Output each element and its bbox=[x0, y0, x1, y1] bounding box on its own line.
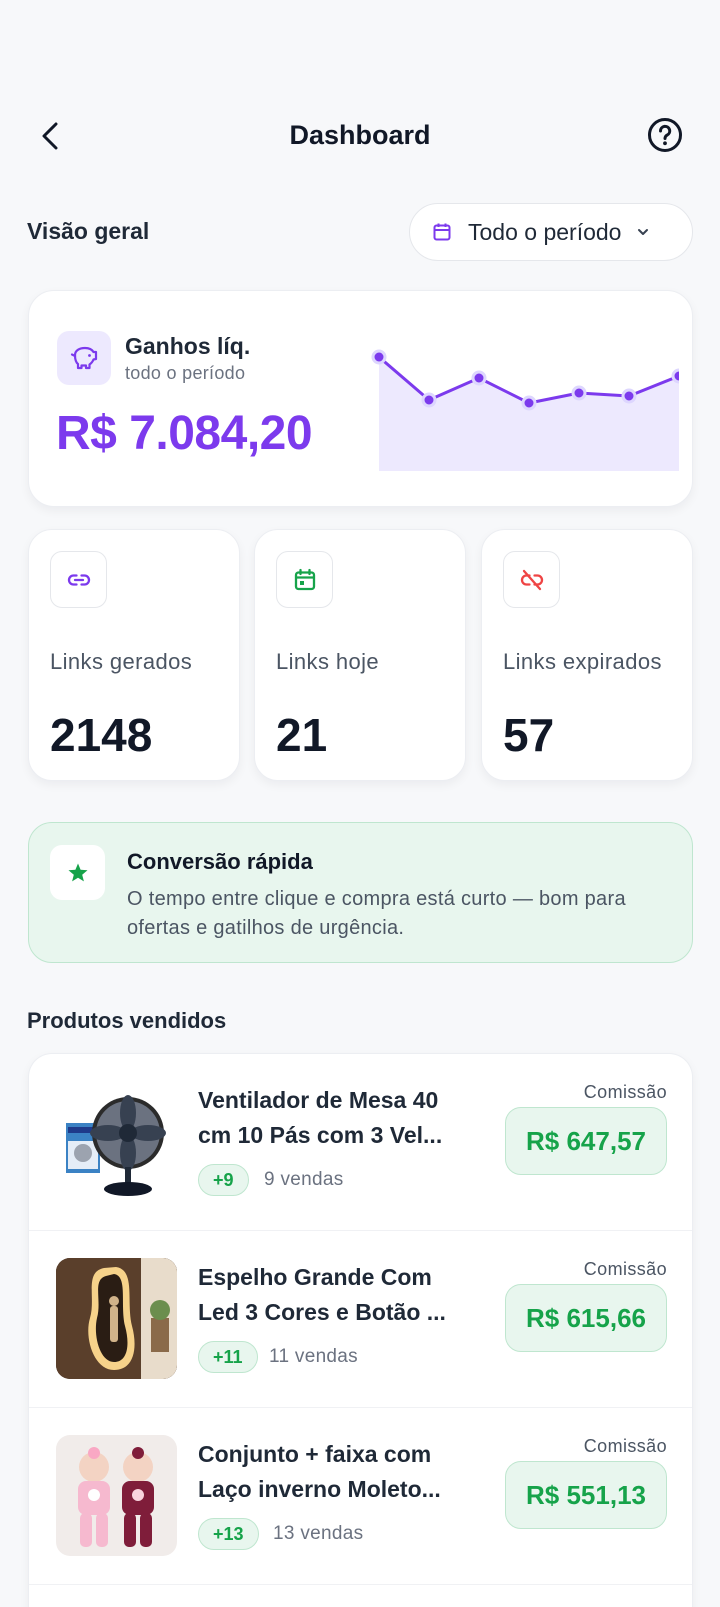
sales-count: 9 vendas bbox=[264, 1169, 344, 1190]
sparkline-point bbox=[371, 349, 387, 365]
sparkline-point bbox=[471, 370, 487, 386]
sparkline-point bbox=[521, 395, 537, 411]
sales-badge: +11 bbox=[198, 1341, 258, 1373]
earnings-title: Ganhos líq. bbox=[125, 333, 251, 359]
product-name: Espelho Grande Com Led 3 Cores e Botão .… bbox=[198, 1264, 446, 1325]
calendar-icon bbox=[430, 220, 454, 244]
commission-value: R$ 551,13 bbox=[505, 1461, 667, 1529]
page-title: Dashboard bbox=[289, 120, 431, 150]
commission-label: Comissão bbox=[583, 1436, 667, 1456]
sales-badge: +13 bbox=[198, 1518, 259, 1550]
piggy-bank-icon bbox=[57, 331, 111, 385]
sales-badge: +9 bbox=[198, 1164, 249, 1196]
help-circle-icon bbox=[648, 118, 682, 152]
stat-label: Links expirados bbox=[503, 648, 662, 674]
commission-value: R$ 647,57 bbox=[505, 1107, 667, 1175]
stat-value: 21 bbox=[276, 709, 328, 761]
insight-card: Conversão rápida O tempo entre clique e … bbox=[28, 822, 693, 963]
period-value: Todo o período bbox=[468, 218, 622, 245]
stat-card-links-generated[interactable]: Links gerados 2148 bbox=[28, 529, 240, 781]
commission-label: Comissão bbox=[583, 1259, 667, 1279]
sparkline-area bbox=[379, 357, 679, 471]
product-row[interactable]: Espelho Grande Com Led 3 Cores e Botão .… bbox=[29, 1231, 692, 1408]
stat-card-links-today[interactable]: Links hoje 21 bbox=[254, 529, 466, 781]
sparkline-point bbox=[671, 368, 679, 384]
calendar-icon bbox=[276, 551, 333, 608]
sparkline-point bbox=[421, 392, 437, 408]
earnings-subtitle: todo o período bbox=[125, 363, 246, 383]
commission-label: Comissão bbox=[583, 1082, 667, 1102]
product-row[interactable]: Conjunto + faixa com Laço inverno Moleto… bbox=[29, 1408, 692, 1585]
period-select[interactable]: Todo o período bbox=[409, 203, 693, 261]
product-name: Conjunto + faixa com Laço inverno Moleto… bbox=[198, 1441, 441, 1502]
overview-label: Visão geral bbox=[27, 218, 150, 244]
product-row[interactable]: Ventilador de Mesa 40 cm 10 Pás com 3 Ve… bbox=[29, 1054, 692, 1231]
stat-label: Links hoje bbox=[276, 648, 380, 674]
sales-count: 13 vendas bbox=[273, 1523, 364, 1544]
link-off-icon bbox=[503, 551, 560, 608]
earnings-sparkline bbox=[371, 349, 679, 471]
earnings-card[interactable]: Ganhos líq. todo o período R$ 7.084,20 bbox=[28, 290, 693, 507]
app-header: Dashboard bbox=[0, 108, 720, 162]
insight-title: Conversão rápida bbox=[127, 849, 313, 874]
insight-text: O tempo entre clique e compra está curto… bbox=[127, 888, 626, 939]
commission-value: R$ 615,66 bbox=[505, 1284, 667, 1352]
help-button[interactable] bbox=[646, 116, 684, 154]
sparkline-point bbox=[621, 388, 637, 404]
products-list: Ventilador de Mesa 40 cm 10 Pás com 3 Ve… bbox=[28, 1053, 693, 1607]
sales-count: 11 vendas bbox=[269, 1346, 358, 1367]
product-image bbox=[56, 1081, 177, 1202]
stat-value: 57 bbox=[503, 709, 555, 761]
star-icon bbox=[50, 845, 105, 900]
link-icon bbox=[50, 551, 107, 608]
chevron-down-icon bbox=[635, 224, 651, 240]
stat-value: 2148 bbox=[50, 709, 153, 761]
earnings-value: R$ 7.084,20 bbox=[56, 407, 313, 460]
stat-card-links-expired[interactable]: Links expirados 57 bbox=[481, 529, 693, 781]
stat-label: Links gerados bbox=[50, 648, 193, 674]
sparkline-point bbox=[571, 385, 587, 401]
product-image bbox=[56, 1258, 177, 1379]
product-image bbox=[56, 1435, 177, 1556]
products-section-title: Produtos vendidos bbox=[27, 1008, 227, 1033]
product-name: Ventilador de Mesa 40 cm 10 Pás com 3 Ve… bbox=[198, 1087, 443, 1148]
